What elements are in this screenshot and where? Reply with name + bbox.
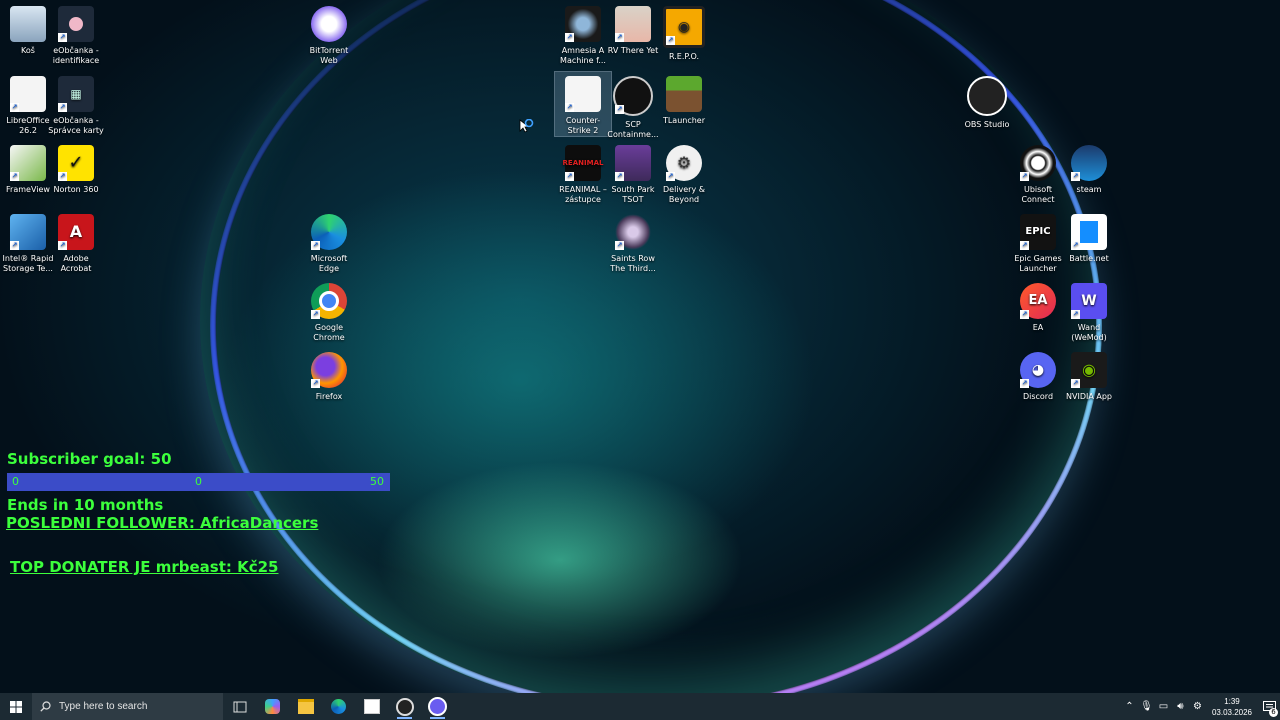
notification-count-badge: 6 [1269, 708, 1278, 717]
recycle-bin-icon [10, 6, 46, 42]
notification-center-button[interactable]: 6 [1258, 693, 1280, 720]
taskbar-copilot[interactable] [256, 693, 289, 720]
desktop-icon-bittorrent[interactable]: BitTorrent Web [301, 2, 357, 66]
start-button[interactable] [0, 693, 32, 720]
clock[interactable]: 1:39 03.03.2026 [1212, 696, 1252, 718]
desktop-icon-nvidia[interactable]: ◉ ↗ NVIDIA App [1061, 348, 1117, 402]
grass-block-icon [666, 76, 702, 112]
cs2-file-icon: ↗ [565, 76, 601, 112]
taskbar-edge[interactable] [322, 693, 355, 720]
desktop-icon-discord[interactable]: ◕ ↗ Discord [1010, 348, 1066, 402]
firefox-icon: ↗ [311, 352, 347, 388]
desktop-icon-rv-there-yet[interactable]: ↗ RV There Yet [605, 2, 661, 56]
volume-icon[interactable]: 🔊︎ [1172, 701, 1189, 712]
search-placeholder: Type here to search [59, 701, 148, 712]
clock-date: 03.03.2026 [1211, 707, 1252, 717]
store-icon [363, 699, 380, 714]
desktop-icon-battlenet[interactable]: ↗ Battle.net [1061, 210, 1117, 264]
epic-games-icon: EPIC ↗ [1020, 214, 1056, 250]
show-hidden-icons-chevron-icon[interactable]: ⌃ [1121, 701, 1138, 712]
battlenet-icon: ↗ [1071, 214, 1107, 250]
clock-time: 1:39 [1224, 696, 1240, 706]
wand-icon: W ↗ [1071, 283, 1107, 319]
copilot-icon [265, 699, 280, 714]
reanimal-icon: REANIMAL ↗ [563, 145, 603, 181]
libreoffice-icon: ↗ [10, 76, 46, 112]
desktop-icon-obs[interactable]: OBS Studio [959, 72, 1015, 130]
subscriber-goal-title: Subscriber goal: 50 [7, 450, 172, 468]
desktop-icon-ubisoft[interactable]: ↗ Ubisoft Connect [1010, 141, 1066, 205]
rv-face-icon: ↗ [615, 6, 651, 42]
desktop-icon-firefox[interactable]: ↗ Firefox [301, 348, 357, 402]
acrobat-icon: A ↗ [58, 214, 94, 250]
search-icon [40, 701, 51, 712]
desktop-icon-adobe-acrobat[interactable]: A ↗ Adobe Acrobat [48, 210, 104, 274]
ea-icon: EA ↗ [1020, 283, 1056, 319]
taskbar-search-box[interactable]: Type here to search [32, 693, 223, 720]
desktop-icon-counter-strike-2[interactable]: ↗ Counter-Strike 2 [554, 71, 612, 137]
obs-taskbar-icon [428, 697, 447, 716]
amnesia-eye-icon: ↗ [565, 6, 601, 42]
desktop-icon-eobcanka-identifikace[interactable]: ↗ eObčanka - identifikace [48, 2, 104, 66]
goal-bar-target: 50 [370, 475, 384, 488]
scp-taskbar-icon [395, 697, 414, 716]
bittorrent-icon [311, 6, 347, 42]
task-view-icon [233, 701, 246, 712]
desktop-icon-repo[interactable]: ◉ ↗ R.E.P.O. [656, 2, 712, 62]
scp-logo-icon: ↗ [613, 76, 653, 116]
network-icon[interactable]: ▭ [1155, 701, 1172, 712]
system-tray: ⌃ 🎙︎ ▭ 🔊︎ ⚙ 1:39 03.03.2026 6 [1121, 693, 1280, 720]
desktop-icon-scp[interactable]: ↗ SCP Containme... [605, 72, 661, 140]
steam-icon: ↗ [1071, 145, 1107, 181]
goal-ends-text: Ends in 10 months [7, 496, 164, 514]
taskbar-scp-app[interactable] [388, 693, 421, 720]
delivery-gear-icon: ⚙ ↗ [666, 145, 702, 181]
saints-row-icon: ↗ [615, 214, 651, 250]
nvidia-icon: ◉ ↗ [1071, 352, 1107, 388]
norton-check-icon: ✓ ↗ [58, 145, 94, 181]
intel-storage-icon: ↗ [10, 214, 46, 250]
desktop-icon-epic-games[interactable]: EPIC ↗ Epic Games Launcher [1010, 210, 1066, 274]
desktop-icon-tlauncher[interactable]: TLauncher [656, 72, 712, 126]
desktop-icon-saints-row[interactable]: ↗ Saints Row The Third... [605, 210, 661, 274]
taskbar-file-explorer[interactable] [289, 693, 322, 720]
taskbar: Type here to search ⌃ 🎙︎ ▭ 🔊︎ ⚙ 1:39 03.… [0, 693, 1280, 720]
desktop-icon-norton[interactable]: ✓ ↗ Norton 360 [48, 141, 104, 195]
desktop-icon-reanimal[interactable]: REANIMAL ↗ REANIMAL – zástupce [555, 141, 611, 205]
card-manager-icon: ▦ ↗ [58, 76, 94, 112]
repo-robot-icon: ◉ ↗ [663, 6, 705, 48]
discord-icon: ◕ ↗ [1020, 352, 1056, 388]
obs-icon [967, 76, 1007, 116]
windows-logo-icon [10, 700, 22, 713]
edge-icon [331, 699, 346, 714]
desktop-icon-amnesia[interactable]: ↗ Amnesia A Machine f... [555, 2, 611, 66]
settings-gear-icon[interactable]: ⚙ [1189, 701, 1206, 712]
busy-cursor-icon [519, 119, 534, 133]
goal-bar-start: 0 [12, 475, 19, 488]
desktop-icon-chrome[interactable]: ↗ Google Chrome [301, 279, 357, 343]
folder-icon [297, 699, 314, 714]
desktop-icon-wand[interactable]: W ↗ Wand (WeMod) [1061, 279, 1117, 343]
id-card-icon: ↗ [58, 6, 94, 42]
top-donater-text: TOP DONATER JE mrbeast: Kč25 [10, 558, 279, 576]
desktop-icon-edge[interactable]: ↗ Microsoft Edge [301, 210, 357, 274]
last-follower-text: POSLEDNI FOLLOWER: AfricaDancers [6, 514, 319, 532]
ubisoft-icon: ↗ [1020, 145, 1056, 181]
subscriber-goal-bar: 0 0 50 [7, 473, 390, 491]
taskbar-obs[interactable] [421, 693, 454, 720]
task-view-button[interactable] [223, 693, 256, 720]
microphone-icon[interactable]: 🎙︎ [1138, 701, 1155, 712]
taskbar-store[interactable] [355, 693, 388, 720]
desktop-icon-steam[interactable]: ↗ steam [1061, 141, 1117, 195]
edge-icon: ↗ [311, 214, 347, 250]
chrome-icon: ↗ [311, 283, 347, 319]
desktop-icon-ea[interactable]: EA ↗ EA [1010, 279, 1066, 333]
desktop-icon-south-park[interactable]: ↗ South Park TSOT [605, 141, 661, 205]
south-park-icon: ↗ [615, 145, 651, 181]
goal-bar-current: 0 [195, 475, 202, 488]
desktop-icon-delivery-beyond[interactable]: ⚙ ↗ Delivery & Beyond [656, 141, 712, 205]
frameview-icon: ↗ [10, 145, 46, 181]
desktop-icon-eobcanka-spravce[interactable]: ▦ ↗ eObčanka - Správce karty [48, 72, 104, 136]
